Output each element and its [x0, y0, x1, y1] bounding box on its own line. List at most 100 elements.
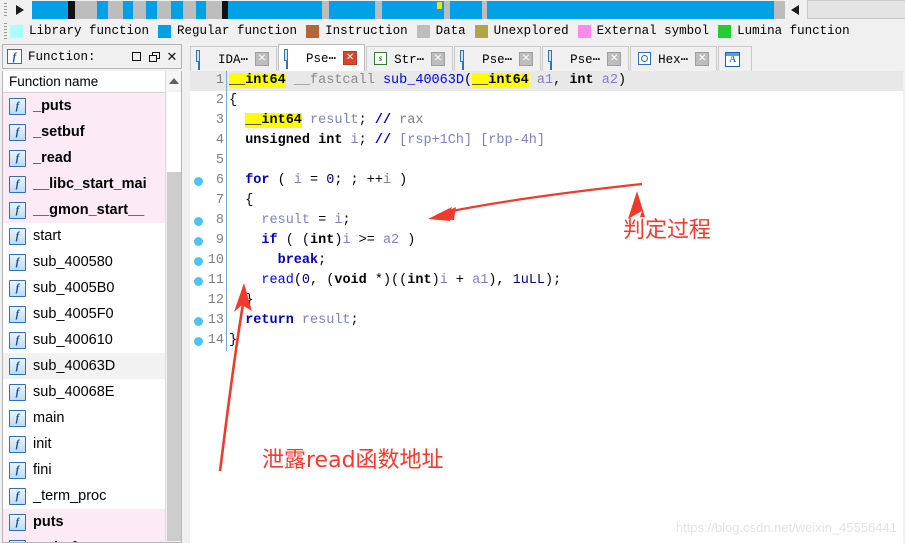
maximize-button[interactable] — [127, 47, 145, 67]
code-line[interactable]: 6 for ( i = 0; ; ++i ) — [190, 171, 903, 191]
nav-back-arrow-icon[interactable] — [785, 0, 807, 20]
close-icon[interactable]: ✕ — [519, 52, 534, 66]
code-line[interactable]: 1 __int64 __fastcall sub_40063D(__int64 a… — [190, 71, 903, 91]
code-text: read(0, (void *)((int)i + a1), 1uLL); — [261, 273, 562, 288]
code-line[interactable]: 2{ — [190, 91, 903, 111]
list-item[interactable]: f init — [3, 431, 181, 457]
document-icon — [462, 50, 477, 70]
code-line[interactable]: 9 if ( (int)i >= a2 ) — [190, 231, 903, 251]
list-item[interactable]: fsetbuf — [3, 535, 181, 542]
legend-swatch — [10, 24, 23, 38]
breakpoint-marker-icon[interactable] — [194, 277, 203, 286]
legend-label: External symbol — [596, 24, 710, 38]
legend-gripper[interactable] — [0, 20, 10, 42]
functions-panel-titlebar: f Function: ✕ — [2, 44, 182, 69]
code-line[interactable]: 11 read(0, (void *)((int)i + a1), 1uLL); — [190, 271, 903, 291]
code-line[interactable]: 7 { — [190, 191, 903, 211]
legend-swatch — [474, 24, 488, 38]
function-name: sub_4005B0 — [33, 280, 115, 296]
functions-scrollbar[interactable] — [165, 71, 181, 541]
scrollbar-thumb[interactable] — [167, 92, 181, 172]
list-item[interactable]: f sub_40063D — [3, 353, 181, 379]
list-item[interactable]: f sub_4005F0 — [3, 301, 181, 327]
navband-cursor[interactable] — [437, 2, 442, 9]
function-icon: f — [9, 383, 26, 401]
list-item[interactable]: f _read — [3, 145, 181, 171]
navband-segment — [183, 1, 196, 19]
code-text: result = i; — [261, 213, 351, 228]
close-icon[interactable]: ✕ — [431, 52, 446, 66]
function-icon: f — [9, 201, 26, 219]
navigation-band[interactable] — [32, 1, 785, 19]
code-line[interactable]: 3 __int64 result; // rax — [190, 111, 903, 131]
code-line[interactable]: 13 return result; — [190, 311, 903, 331]
tab-label: Pse⋯ — [482, 53, 513, 67]
tab-label: Pse⋯ — [570, 53, 601, 67]
code-line[interactable]: 5 — [190, 151, 903, 171]
list-item[interactable]: f sub_400610 — [3, 327, 181, 353]
tab-ida[interactable]: IDA⋯ ✕ — [190, 46, 278, 71]
tab-pse[interactable]: Pse⋯ ✕ — [278, 44, 366, 71]
navband-segment — [133, 1, 146, 19]
line-number: 5 — [215, 153, 224, 168]
functions-list[interactable]: f _puts f _setbuf f _read f __libc_start_mai f __… — [3, 93, 181, 542]
close-icon[interactable]: ✕ — [343, 51, 358, 65]
chevron-up-icon[interactable] — [166, 71, 181, 91]
tab-str[interactable]: s Str⋯ ✕ — [366, 46, 454, 71]
list-item[interactable]: f main — [3, 405, 181, 431]
navband-segment — [774, 1, 785, 19]
breakpoint-marker-icon[interactable] — [194, 337, 203, 346]
navband-segment — [382, 1, 444, 19]
tab-hex[interactable]: Hex⋯ ✕ — [630, 46, 718, 71]
scrollbar-track[interactable] — [167, 172, 181, 541]
list-item[interactable]: f __libc_start_mai — [3, 171, 181, 197]
list-item[interactable]: f _setbuf — [3, 119, 181, 145]
list-item[interactable]: f sub_4005B0 — [3, 275, 181, 301]
list-item[interactable]: f sub_40068E — [3, 379, 181, 405]
tab-pse[interactable]: Pse⋯ ✕ — [454, 46, 542, 71]
functions-panel-title: Function: — [28, 49, 96, 64]
annotation-text: 判定过程 — [623, 218, 712, 243]
function-name: fini — [33, 462, 52, 478]
code-line[interactable]: 10 break; — [190, 251, 903, 271]
breakpoint-marker-icon[interactable] — [194, 237, 203, 246]
tab-label: Str⋯ — [394, 53, 425, 67]
list-item[interactable]: f __gmon_start__ — [3, 197, 181, 223]
list-item[interactable]: f start — [3, 223, 181, 249]
line-number: 1 — [190, 71, 226, 91]
list-item[interactable]: f _puts — [3, 93, 181, 119]
code-line[interactable]: 14} — [190, 331, 903, 351]
close-icon[interactable]: ✕ — [255, 52, 270, 66]
function-name: main — [33, 410, 65, 426]
toolbar-gripper[interactable] — [0, 0, 10, 20]
navband-segment — [329, 1, 375, 19]
code-text: __int64 __fastcall sub_40063D(__int64 a1… — [227, 71, 627, 91]
breakpoint-marker-icon[interactable] — [194, 217, 203, 226]
navband-segment — [123, 1, 133, 19]
close-icon[interactable]: ✕ — [695, 52, 710, 66]
function-icon: f — [9, 435, 26, 453]
legend-label: Unexplored — [493, 24, 569, 38]
list-item[interactable]: f sub_400580 — [3, 249, 181, 275]
breakpoint-marker-icon[interactable] — [194, 317, 203, 326]
tab-structures[interactable]: A — [718, 46, 753, 71]
list-item[interactable]: f _term_proc — [3, 483, 181, 509]
list-item[interactable]: f fini — [3, 457, 181, 483]
ida-pro-window: Library function Regular function Instruct… — [0, 0, 905, 543]
restore-button[interactable] — [145, 47, 163, 67]
breakpoint-marker-icon[interactable] — [194, 177, 203, 186]
code-line[interactable]: 4 unsigned int i; // [rsp+1Ch] [rbp-4h] — [190, 131, 903, 151]
code-line[interactable]: 12 } — [190, 291, 903, 311]
tab-pse[interactable]: Pse⋯ ✕ — [542, 46, 630, 71]
close-button[interactable]: ✕ — [163, 47, 181, 67]
list-item[interactable]: f puts — [3, 509, 181, 535]
legend-label: Library function — [29, 24, 150, 38]
navband-segment — [228, 1, 322, 19]
function-name: sub_40068E — [33, 384, 115, 400]
code-line[interactable]: 8 result = i; — [190, 211, 903, 231]
function-name: _term_proc — [33, 488, 107, 504]
nav-forward-arrow-icon[interactable] — [10, 0, 32, 20]
close-icon[interactable]: ✕ — [607, 52, 622, 66]
breakpoint-marker-icon[interactable] — [194, 257, 203, 266]
functions-column-header: Function name — [9, 74, 99, 89]
